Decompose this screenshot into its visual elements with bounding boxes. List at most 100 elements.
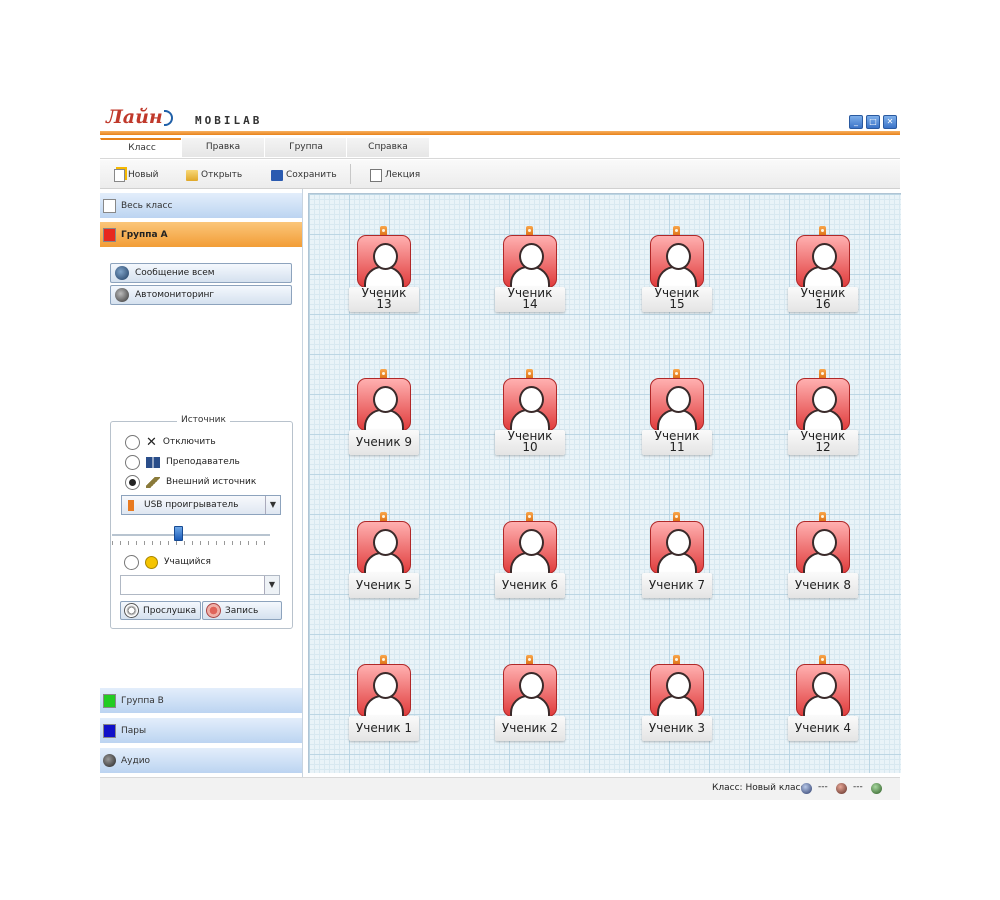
student-name: Ученик 8 (794, 578, 852, 592)
group-b-color-swatch (103, 693, 116, 708)
open-button[interactable]: Открыть (186, 167, 242, 183)
student-status-icon (836, 783, 847, 794)
broadcast-icon (115, 266, 129, 280)
message-all-button[interactable]: Сообщение всем (110, 263, 292, 283)
student-card[interactable]: Ученик 15 (642, 226, 722, 316)
group-b-bar[interactable]: Группа В (100, 688, 302, 713)
student-label: Ученик 3 (642, 716, 712, 741)
new-document-icon (114, 168, 125, 182)
student-card[interactable]: Ученик 16 (788, 226, 868, 316)
laine-logo: Лайн (106, 106, 173, 128)
automonitor-button[interactable]: Автомониторинг (110, 285, 292, 305)
pairs-bar[interactable]: Пары (100, 718, 302, 743)
student-avatar-icon (796, 521, 850, 574)
student-name: Ученик 3 (648, 721, 706, 735)
listen-button[interactable]: Прослушка (120, 601, 201, 620)
student-card[interactable]: Ученик 10 (495, 369, 575, 459)
group-panel: Весь класс Группа А Сообщение всем Автом… (100, 189, 303, 777)
book-icon (146, 456, 160, 468)
volume-slider-track[interactable] (112, 534, 270, 536)
student-name: Ученик 6 (501, 578, 559, 592)
student-avatar-icon (357, 664, 411, 717)
student-card[interactable]: Ученик 5 (349, 512, 429, 602)
status-bar: Класс: Новый класс --- --- (100, 777, 900, 800)
minimize-button[interactable]: _ (849, 115, 863, 129)
close-button[interactable]: ✕ (883, 115, 897, 129)
headphones-icon (115, 288, 129, 302)
class-status: Класс: Новый класс (712, 783, 806, 793)
menu-tabs: Класс Правка Группа Справка (100, 138, 900, 159)
lesson-button[interactable]: Лекция (370, 167, 420, 183)
record-button[interactable]: Запись (202, 601, 282, 620)
toolbar-separator (350, 164, 351, 184)
student-label: Ученик 1 (349, 716, 419, 741)
app-window: Лайн MOBILAB _ □ ✕ Класс Правка Группа С… (100, 102, 901, 800)
student-name: Ученик 9 (355, 435, 413, 449)
student-card[interactable]: Ученик 7 (642, 512, 722, 602)
whole-class-bar[interactable]: Весь класс (100, 193, 302, 218)
group-a-bar[interactable]: Группа А (100, 222, 302, 247)
new-button[interactable]: Новый (114, 167, 159, 183)
record-icon (206, 603, 221, 618)
student-card[interactable]: Ученик 2 (495, 655, 575, 745)
student-select[interactable]: ▼ (120, 575, 280, 595)
student-card[interactable]: Ученик 9 (349, 369, 429, 459)
student-number: 16 (815, 297, 831, 311)
header-divider (100, 131, 900, 135)
student-card[interactable]: Ученик 6 (495, 512, 575, 602)
student-card[interactable]: Ученик 12 (788, 369, 868, 459)
classroom-grid: Ученик 13 Ученик 14 Ученик 15 Ученик 16 Ученик 9… (308, 193, 901, 773)
student-avatar-icon (503, 235, 557, 288)
usb-player-icon (128, 499, 134, 511)
source-student-radio[interactable] (124, 554, 139, 570)
connection-status-icon (871, 783, 882, 794)
source-external-radio[interactable] (125, 474, 140, 490)
student-number: 13 (376, 297, 392, 311)
student-label: Ученик 15 (642, 287, 712, 312)
student-card[interactable]: Ученик 4 (788, 655, 868, 745)
source-student-option[interactable]: Учащийся (124, 554, 211, 570)
student-label: Ученик 9 (349, 430, 419, 455)
student-avatar-icon (650, 664, 704, 717)
source-external-option[interactable]: Внешний источник (125, 474, 256, 490)
student-name: Ученик 4 (794, 721, 852, 735)
student-card[interactable]: Ученик 3 (642, 655, 722, 745)
chevron-down-icon[interactable]: ▼ (264, 576, 279, 594)
student-avatar-icon (796, 378, 850, 431)
student-label: Ученик 12 (788, 430, 858, 455)
device-select[interactable]: USB проигрыватель ▼ (121, 495, 281, 515)
student-avatar-icon (503, 378, 557, 431)
source-teacher-option[interactable]: Преподаватель (125, 454, 240, 470)
student-name: Ученик 1 (355, 721, 413, 735)
student-card[interactable]: Ученик 14 (495, 226, 575, 316)
toolbar: Новый Открыть Сохранить Лекция (100, 160, 900, 189)
group-a-color-swatch (103, 227, 116, 242)
source-off-radio[interactable] (125, 434, 140, 450)
tab-help[interactable]: Справка (346, 138, 429, 157)
student-card[interactable]: Ученик 13 (349, 226, 429, 316)
tab-edit[interactable]: Правка (181, 138, 264, 157)
student-number: 10 (522, 440, 538, 454)
volume-slider-thumb[interactable] (174, 526, 183, 541)
chevron-down-icon[interactable]: ▼ (265, 496, 280, 514)
audio-bar[interactable]: Аудио (100, 748, 302, 773)
student-avatar-icon (796, 235, 850, 288)
source-off-option[interactable]: ✕ Отключить (125, 434, 216, 450)
student-card[interactable]: Ученик 1 (349, 655, 429, 745)
student-avatar-icon (650, 235, 704, 288)
tab-class[interactable]: Класс (100, 138, 183, 158)
cable-icon (146, 476, 160, 488)
source-group: Источник ✕ Отключить Преподаватель Внешн… (110, 415, 293, 629)
source-teacher-radio[interactable] (125, 454, 140, 470)
tab-group[interactable]: Группа (264, 138, 347, 157)
save-button[interactable]: Сохранить (271, 167, 337, 183)
student-label: Ученик 2 (495, 716, 565, 741)
student-label: Ученик 7 (642, 573, 712, 598)
student-label: Ученик 11 (642, 430, 712, 455)
student-card[interactable]: Ученик 11 (642, 369, 722, 459)
student-card[interactable]: Ученик 8 (788, 512, 868, 602)
maximize-button[interactable]: □ (866, 115, 880, 129)
student-avatar-icon (357, 235, 411, 288)
page-icon (103, 198, 116, 213)
source-legend: Источник (177, 415, 230, 425)
